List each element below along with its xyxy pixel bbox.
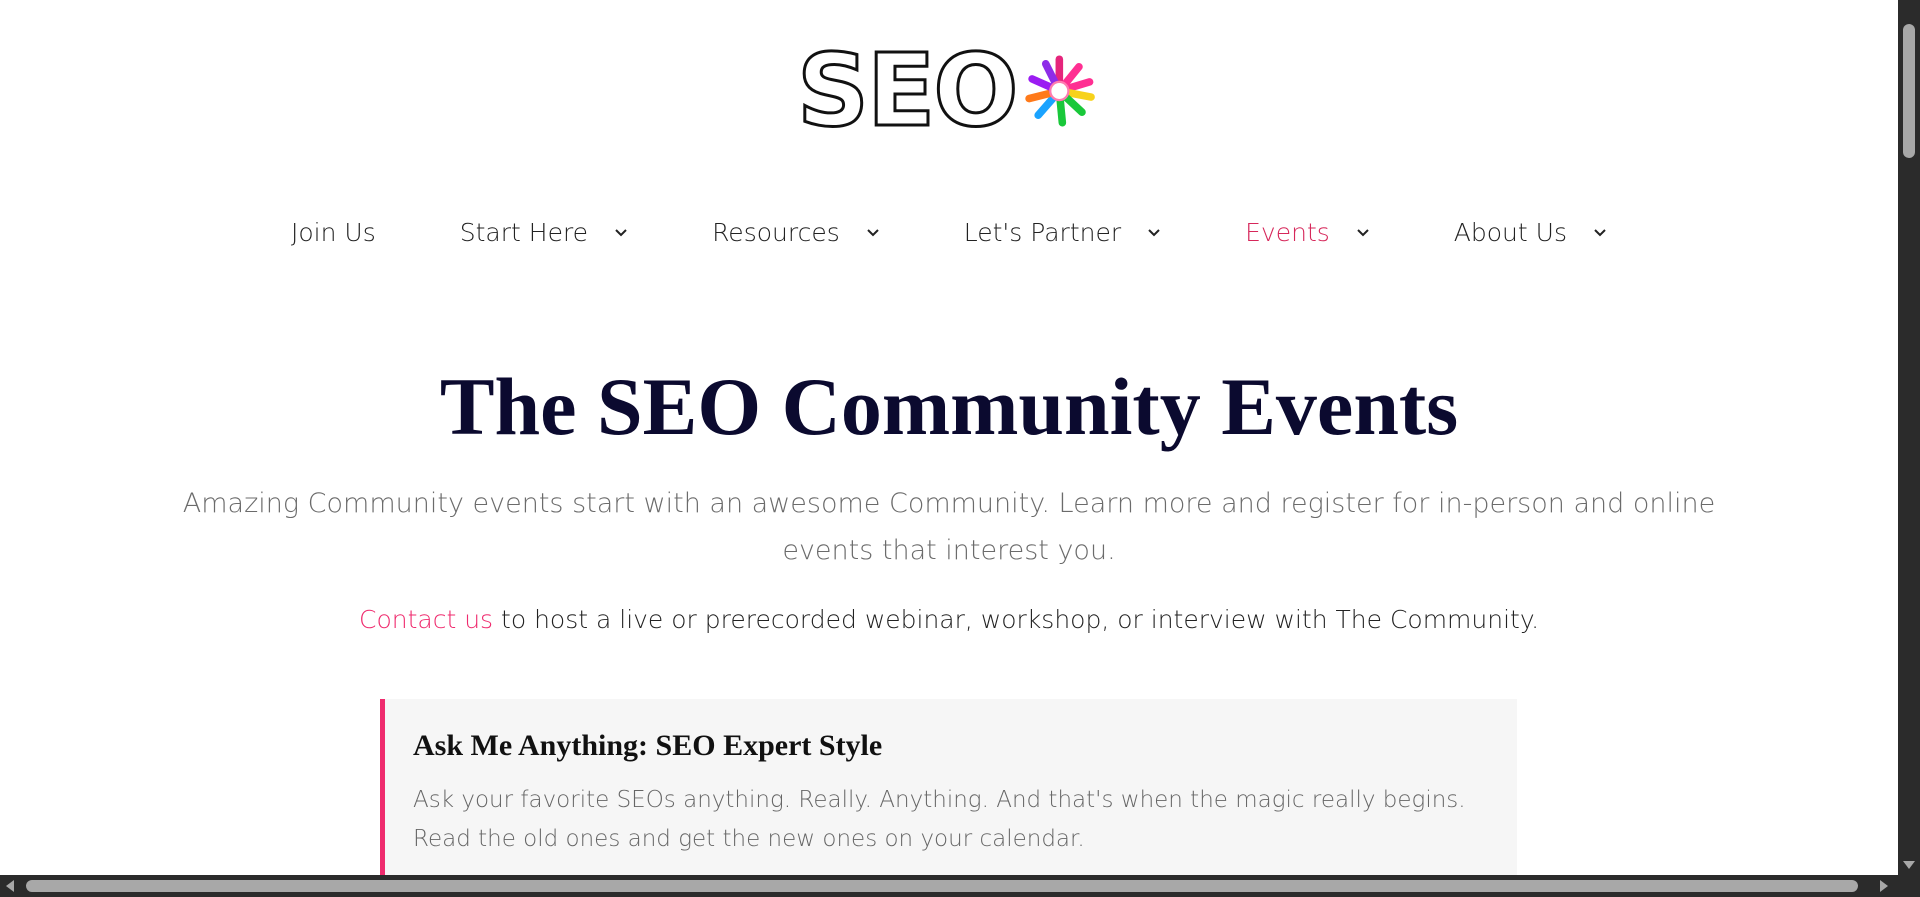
event-card-description: Ask your favorite SEOs anything. Really.… xyxy=(413,787,1466,852)
logo-burst-icon xyxy=(1025,55,1096,127)
contact-line: Contact us to host a live or prerecorded… xyxy=(0,605,1898,634)
nav-item-label: Resources xyxy=(712,217,840,247)
page-title: The SEO Community Events xyxy=(439,361,1459,452)
contact-us-link[interactable]: Contact us xyxy=(359,605,493,634)
event-card[interactable]: Ask Me Anything: SEO Expert Style Ask yo… xyxy=(380,699,1517,879)
nav-item-lets-partner[interactable]: Let's Partner xyxy=(922,218,1203,247)
nav-item-label: Let's Partner xyxy=(963,217,1122,247)
nav-item-label: About Us xyxy=(1453,217,1567,247)
vertical-scrollbar[interactable] xyxy=(1898,0,1920,875)
nav-item-events[interactable]: Events xyxy=(1203,218,1412,247)
logo-wordmark: SEO xyxy=(795,32,1019,149)
horizontal-scrollbar[interactable] xyxy=(0,875,1920,897)
scroll-right-arrow-icon[interactable] xyxy=(1880,880,1888,892)
nav-item-label: Start Here xyxy=(459,217,589,247)
nav-item-start-here[interactable]: Start Here xyxy=(418,218,670,247)
site-logo[interactable]: SEO xyxy=(795,32,1099,149)
scroll-down-arrow-icon[interactable] xyxy=(1903,861,1915,869)
contact-line-text: to host a live or prerecorded webinar, w… xyxy=(493,605,1540,634)
horizontal-scroll-thumb[interactable] xyxy=(26,880,1858,892)
scrollbar-corner xyxy=(1898,875,1920,897)
chevron-down-icon xyxy=(867,229,879,237)
nav-item-label: Join Us xyxy=(291,217,376,247)
scroll-left-arrow-icon[interactable] xyxy=(6,880,14,892)
page-subtitle: Amazing Community events start with an a… xyxy=(182,488,1716,566)
page: SEO Join Us Start Here Resources Let's P… xyxy=(0,0,1920,897)
main-nav: Join Us Start Here Resources Let's Partn… xyxy=(0,210,1898,254)
chevron-down-icon xyxy=(1594,229,1606,237)
chevron-down-icon xyxy=(1357,229,1369,237)
nav-item-about-us[interactable]: About Us xyxy=(1412,218,1649,247)
vertical-scroll-thumb[interactable] xyxy=(1903,24,1915,158)
event-card-title[interactable]: Ask Me Anything: SEO Expert Style xyxy=(413,729,1489,763)
nav-item-join-us[interactable]: Join Us xyxy=(249,218,418,247)
chevron-down-icon xyxy=(1148,229,1160,237)
nav-item-label: Events xyxy=(1245,217,1330,247)
chevron-down-icon xyxy=(615,229,627,237)
nav-item-resources[interactable]: Resources xyxy=(670,218,922,247)
